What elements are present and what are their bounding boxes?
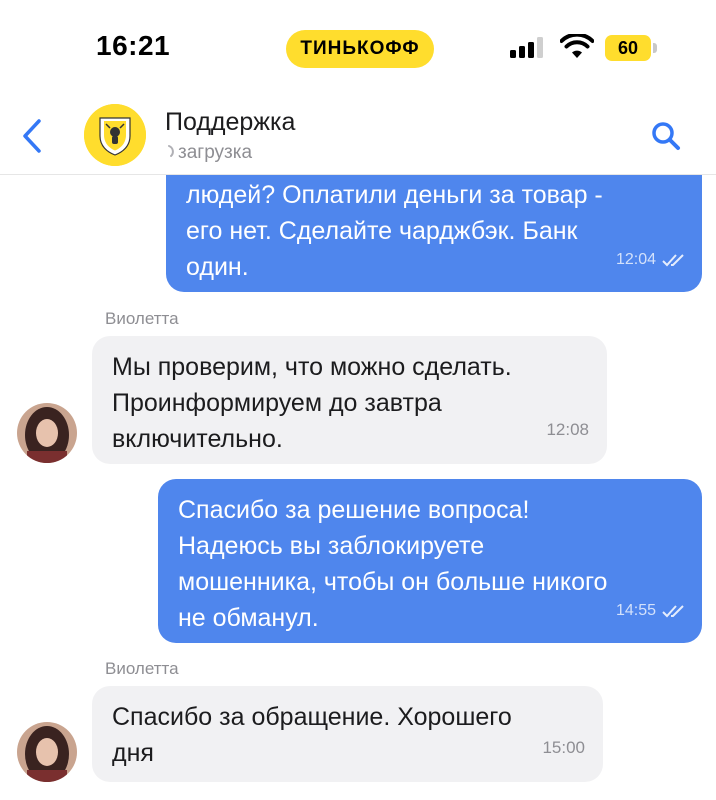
message-text: людей? Оплатили деньги за товар - его не… [186,181,603,281]
incoming-message[interactable]: Мы проверим, что можно сделать. Проинфор… [92,336,607,464]
sender-name: Виолетта [105,659,179,678]
agent-avatar[interactable] [17,722,77,782]
status-time: 16:21 [96,30,171,61]
message-time: 14:55 [615,602,656,619]
message-text: Спасибо за решение вопроса! Надеюсь вы з… [178,496,608,632]
chat-title: Поддержка [165,108,296,136]
message-time: 12:04 [615,251,656,268]
chevron-left-icon[interactable] [18,118,48,154]
bank-logo-avatar[interactable] [84,104,146,166]
chat-header: Поддержка загрузка [0,96,716,175]
cellular-signal-icon [510,37,543,58]
carrier-badge: ТИНЬКОФФ [286,30,434,68]
user-photo-icon [17,403,77,463]
sender-name: Виолетта [105,309,179,328]
outgoing-message[interactable]: людей? Оплатили деньги за товар - его не… [166,175,702,292]
battery-indicator: 60 [605,35,651,61]
message-text: Мы проверим, что можно сделать. Проинфор… [112,353,512,453]
double-check-icon [662,605,684,618]
battery-cap [653,43,657,53]
message-text: Спасибо за обращение. Хорошего дня [112,703,512,767]
incoming-message[interactable]: Спасибо за обращение. Хорошего дня 15:00 [92,686,603,782]
loading-spinner-icon [168,145,174,157]
wifi-icon [560,34,594,58]
message-time: 12:08 [546,420,589,439]
chat-status-text: загрузка [178,142,253,163]
message-meta: 14:55 [616,593,688,629]
shield-logo-icon [84,104,146,166]
status-bar: 16:21 ТИНЬКОФФ 60 [0,0,716,96]
outgoing-message[interactable]: Спасибо за решение вопроса! Надеюсь вы з… [158,479,702,643]
double-check-icon [662,254,684,267]
user-photo-icon [17,722,77,782]
message-meta: 12:04 [616,242,688,278]
agent-avatar[interactable] [17,403,77,463]
message-list[interactable]: людей? Оплатили деньги за товар - его не… [0,175,716,800]
message-time: 15:00 [542,738,585,757]
search-icon[interactable] [650,120,682,152]
